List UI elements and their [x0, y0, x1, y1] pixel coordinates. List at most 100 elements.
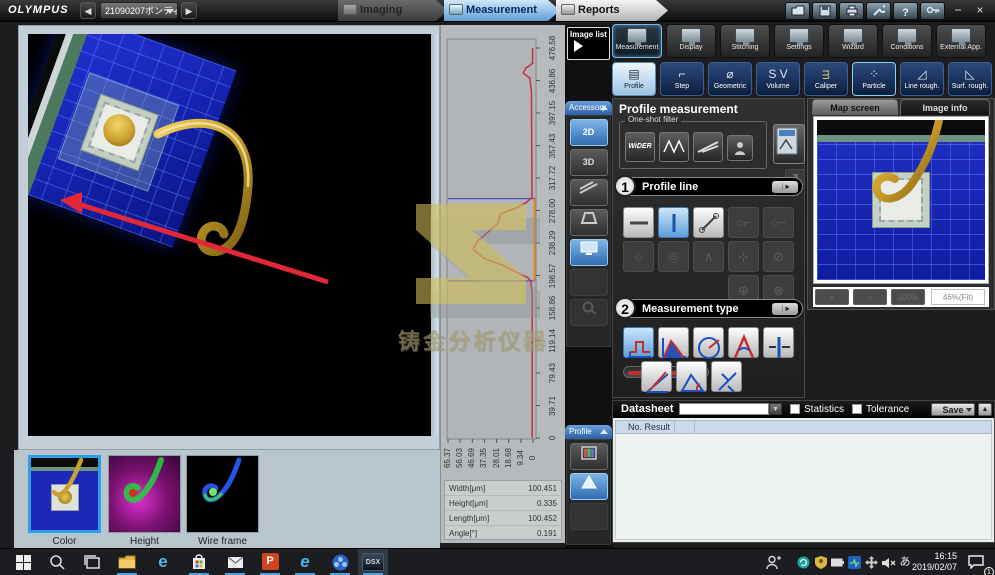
internet-explorer-button[interactable]: e: [290, 549, 320, 575]
measure-width-button[interactable]: [763, 327, 794, 358]
mail-button[interactable]: [220, 549, 250, 575]
mode-particle-button[interactable]: ⁘Particle: [852, 62, 896, 96]
monitor-view-button[interactable]: [570, 239, 608, 266]
measurement-line[interactable]: [78, 204, 328, 282]
ribbon-measurement-button[interactable]: Measurement: [612, 24, 662, 58]
help-button[interactable]: ?: [893, 2, 918, 20]
tab-measurement[interactable]: Measurement: [444, 0, 560, 21]
view-3d-settings-button[interactable]: 3D: [570, 149, 608, 176]
profile-plot-svg[interactable]: [446, 33, 540, 447]
edge-browser-button[interactable]: e: [148, 549, 178, 575]
mode-caliper-button[interactable]: ᴟCaliper: [804, 62, 848, 96]
move-tray-icon[interactable]: [863, 549, 880, 575]
collapse-datasheet-button[interactable]: ▲: [978, 403, 992, 416]
statistics-checkbox[interactable]: [790, 404, 800, 414]
line-free-button[interactable]: [693, 207, 724, 238]
wider-filter-button[interactable]: WiDER: [625, 132, 655, 162]
image-vertical-scrollbar[interactable]: [431, 34, 438, 436]
tab-reports[interactable]: Reports: [556, 0, 668, 21]
color-layers-button[interactable]: [570, 443, 608, 470]
file-selector-dropdown[interactable]: 21090207ボンディン…: [100, 2, 178, 19]
auto-filter-button[interactable]: [727, 135, 753, 161]
volume-muted-tray-icon[interactable]: [880, 549, 897, 575]
datasheet-dropdown-button[interactable]: ▼: [769, 403, 782, 415]
magnifier-button: [570, 299, 608, 326]
waveform-filter-button[interactable]: [659, 132, 689, 162]
people-tray-button[interactable]: [760, 549, 786, 575]
accessory-tab[interactable]: Accessory: [565, 101, 612, 115]
security-tray-icon[interactable]: [812, 549, 829, 575]
measure-distance-button[interactable]: [711, 361, 742, 392]
print-button[interactable]: [839, 2, 864, 20]
y-tick-label: 238.29: [548, 225, 558, 261]
datasheet-dropdown[interactable]: [679, 403, 769, 415]
tilt-filter-button[interactable]: [693, 132, 723, 162]
mode-geometric-button[interactable]: ⌀Geometric: [708, 62, 752, 96]
view-2d-button[interactable]: 2D: [570, 119, 608, 146]
open-folder-button[interactable]: [785, 2, 810, 20]
tilt-correction-button[interactable]: [570, 179, 608, 206]
line-horizontal-button[interactable]: [623, 207, 654, 238]
measure-area-button[interactable]: [658, 327, 689, 358]
mode-volume-button[interactable]: S VVolume: [756, 62, 800, 96]
task-view-button[interactable]: [77, 549, 107, 575]
battery-tray-icon[interactable]: [829, 549, 846, 575]
profile-settings-button[interactable]: [773, 124, 805, 164]
search-button[interactable]: [42, 549, 72, 575]
ribbon-display-button[interactable]: Display: [666, 24, 716, 58]
dsx-app-button[interactable]: DSX: [358, 549, 388, 575]
ribbon-stitching-button[interactable]: Stitching: [720, 24, 770, 58]
3d-image-canvas[interactable]: [28, 34, 432, 436]
tools-button[interactable]: [866, 2, 891, 20]
tab-map-screen[interactable]: Map screen: [812, 99, 898, 115]
section-expand-button[interactable]: ᛁ▶: [772, 303, 798, 315]
file-explorer-button[interactable]: [112, 549, 142, 575]
clock[interactable]: 16:15 2019/02/07: [905, 551, 957, 573]
map-image[interactable]: [817, 120, 985, 280]
tab-image-info[interactable]: Image info: [900, 99, 990, 115]
image-list-button[interactable]: Image list: [567, 27, 610, 60]
tab-imaging[interactable]: Imaging: [338, 0, 448, 21]
save-icon: [819, 5, 831, 17]
3d-surface-button[interactable]: [570, 473, 608, 500]
measure-step-button[interactable]: [623, 327, 654, 358]
people-app-button[interactable]: [325, 549, 355, 575]
close-button[interactable]: ×: [970, 1, 990, 19]
ribbon-external-app-button[interactable]: External App.: [936, 24, 986, 58]
key-button[interactable]: [920, 2, 945, 20]
mode-line-roughness-button[interactable]: ◿Line rough.: [900, 62, 944, 96]
ribbon-settings-button[interactable]: Settings: [774, 24, 824, 58]
activity-tray-icon[interactable]: [846, 549, 863, 575]
save-button[interactable]: [812, 2, 837, 20]
minimize-button[interactable]: −: [948, 1, 968, 19]
powerpoint-button[interactable]: P: [255, 549, 285, 575]
measure-triangle-angle-button[interactable]: [676, 361, 707, 392]
measure-angle-button[interactable]: [728, 327, 759, 358]
thumbnail-height[interactable]: [108, 455, 181, 533]
windows-taskbar: e P e DSX: [0, 548, 995, 575]
thumbnail-color[interactable]: [28, 455, 101, 533]
save-button[interactable]: Save: [931, 403, 975, 416]
mode-profile-button[interactable]: ▤Profile: [612, 62, 656, 96]
mode-surface-roughness-button[interactable]: ◺Surf. rough.: [948, 62, 992, 96]
tolerance-checkbox[interactable]: [852, 404, 862, 414]
profile-side-tab[interactable]: Profile: [565, 425, 612, 439]
ribbon-wizard-button[interactable]: Wizard: [828, 24, 878, 58]
start-button[interactable]: [8, 549, 38, 575]
prev-file-button[interactable]: ◀: [80, 2, 96, 19]
mode-step-button[interactable]: ⌐Step: [660, 62, 704, 96]
key-icon: [926, 5, 940, 16]
result-table-body[interactable]: [615, 434, 992, 540]
measure-slope-angle-button[interactable]: [641, 361, 672, 392]
next-file-button[interactable]: ▶: [181, 2, 197, 19]
update-tray-icon[interactable]: [795, 549, 812, 575]
ribbon-conditions-button[interactable]: Conditions: [882, 24, 932, 58]
thumbnail-wireframe[interactable]: [186, 455, 259, 533]
notification-button[interactable]: 1: [962, 549, 990, 575]
view-angle-button[interactable]: [570, 209, 608, 236]
measure-circle-button[interactable]: [693, 327, 724, 358]
line-vertical-button[interactable]: [658, 207, 689, 238]
zoom-fit-field[interactable]: 46%(Fit): [931, 289, 985, 305]
store-button[interactable]: [184, 549, 214, 575]
section-expand-button[interactable]: ᛁ▶: [772, 181, 798, 193]
